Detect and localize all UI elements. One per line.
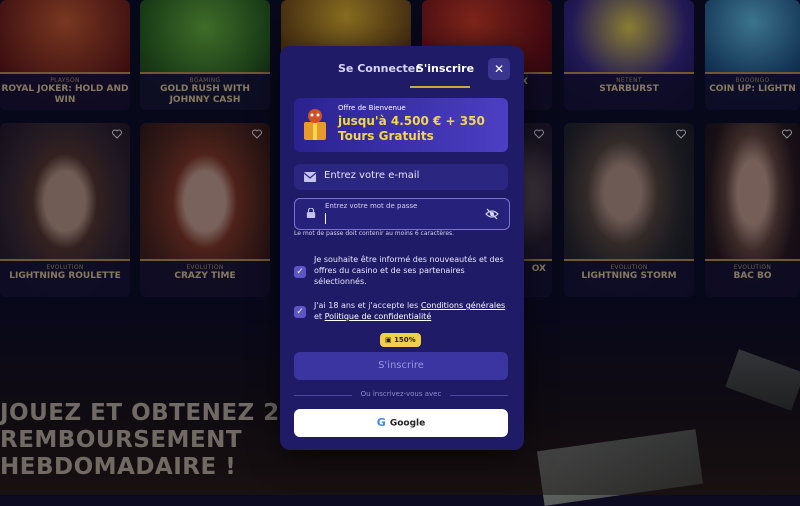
privacy-link[interactable]: Politique de confidentialité [325,312,432,321]
alt-signup-divider: Ou inscrivez-vous avec [294,390,508,400]
welcome-offer-banner: Offre de Bienvenue jusqu'à 4.500 € + 350… [294,98,508,152]
offer-amount-line: Tours Gratuits [338,129,434,143]
offer-amount-line: jusqu'à 4.500 € + 350 [338,114,485,128]
gift-mascot-icon [304,109,326,140]
google-signup-button[interactable]: G Google [294,409,508,437]
divider-line [450,395,508,396]
tab-login[interactable]: Se Connecter [338,62,421,75]
password-hint: Le mot de passe doit contenir au moins 6… [294,230,455,237]
google-icon: G [376,416,386,429]
offer-label: Offre de Bienvenue [338,104,406,112]
lock-icon [306,208,316,218]
tab-signup[interactable]: S'inscrire [416,62,474,75]
email-placeholder: Entrez votre e-mail [324,170,420,181]
bonus-badge-text: 150% [394,336,416,344]
active-tab-indicator [410,86,470,88]
marketing-consent-label: Je souhaite être informé des nouveautés … [314,255,504,286]
age-terms-checkbox[interactable]: ✓ [294,306,306,318]
offer-amount: jusqu'à 4.500 € + 350 Tours Gratuits [338,114,485,144]
age-terms-and: et [314,312,325,321]
age-terms-text: J'ai 18 ans et j'accepte les [314,301,421,310]
terms-link[interactable]: Conditions générales [421,301,505,310]
close-button[interactable]: ✕ [488,58,510,80]
age-terms-label: J'ai 18 ans et j'accepte les Conditions … [314,300,510,322]
password-placeholder: Entrez votre mot de passe [325,202,418,210]
gift-icon: ▣ [385,336,392,344]
signup-submit-button[interactable]: S'inscrire [294,352,508,380]
google-label: Google [389,418,426,429]
eye-off-icon[interactable] [485,207,499,221]
marketing-consent-checkbox[interactable]: ✓ [294,266,306,278]
envelope-icon [304,172,316,182]
signup-modal: Se Connecter S'inscrire ✕ Offre de Bienv… [280,46,524,450]
password-field[interactable]: Entrez votre mot de passe [294,198,510,230]
divider-text: Ou inscrivez-vous avec [360,390,442,398]
bonus-badge: ▣ 150% [380,333,421,347]
email-field[interactable]: Entrez votre e-mail [294,164,508,190]
text-cursor [325,213,326,224]
